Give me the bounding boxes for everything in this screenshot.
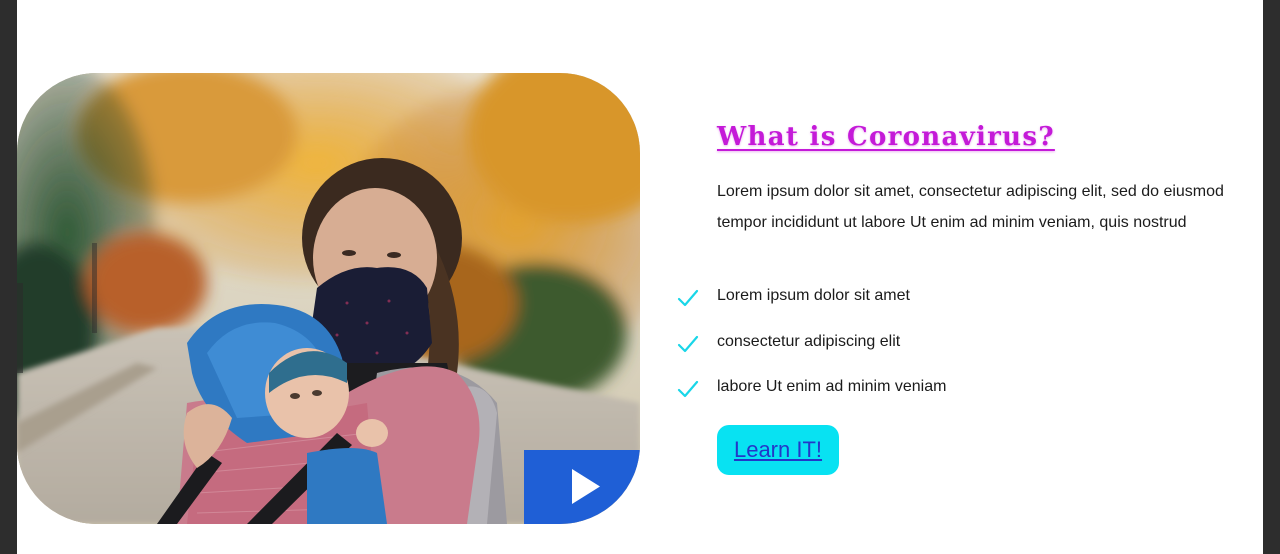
page: What is Coronavirus? Lorem ipsum dolor s…	[17, 0, 1263, 554]
checklist-item: Lorem ipsum dolor sit amet	[677, 280, 946, 326]
checklist-label: labore Ut enim ad minim veniam	[717, 378, 947, 395]
feature-checklist: Lorem ipsum dolor sit amet consectetur a…	[677, 280, 946, 417]
learn-it-button[interactable]: Learn IT!	[717, 425, 839, 475]
hero-image	[17, 73, 640, 524]
checklist-item: consectetur adipiscing elit	[677, 326, 946, 372]
content-section: What is Coronavirus? Lorem ipsum dolor s…	[677, 122, 1263, 475]
play-video-button[interactable]	[524, 450, 640, 524]
section-heading-link[interactable]: What is Coronavirus?	[717, 122, 1263, 152]
section-description: Lorem ipsum dolor sit amet, consectetur …	[717, 183, 1224, 231]
checklist-label: consectetur adipiscing elit	[717, 332, 901, 350]
check-icon	[677, 335, 699, 352]
checklist-item: labore Ut enim ad minim veniam	[677, 371, 946, 417]
play-icon	[572, 469, 600, 504]
check-icon	[677, 380, 699, 398]
checklist-label: Lorem ipsum dolor sit amet	[717, 287, 910, 304]
check-icon	[677, 289, 699, 307]
